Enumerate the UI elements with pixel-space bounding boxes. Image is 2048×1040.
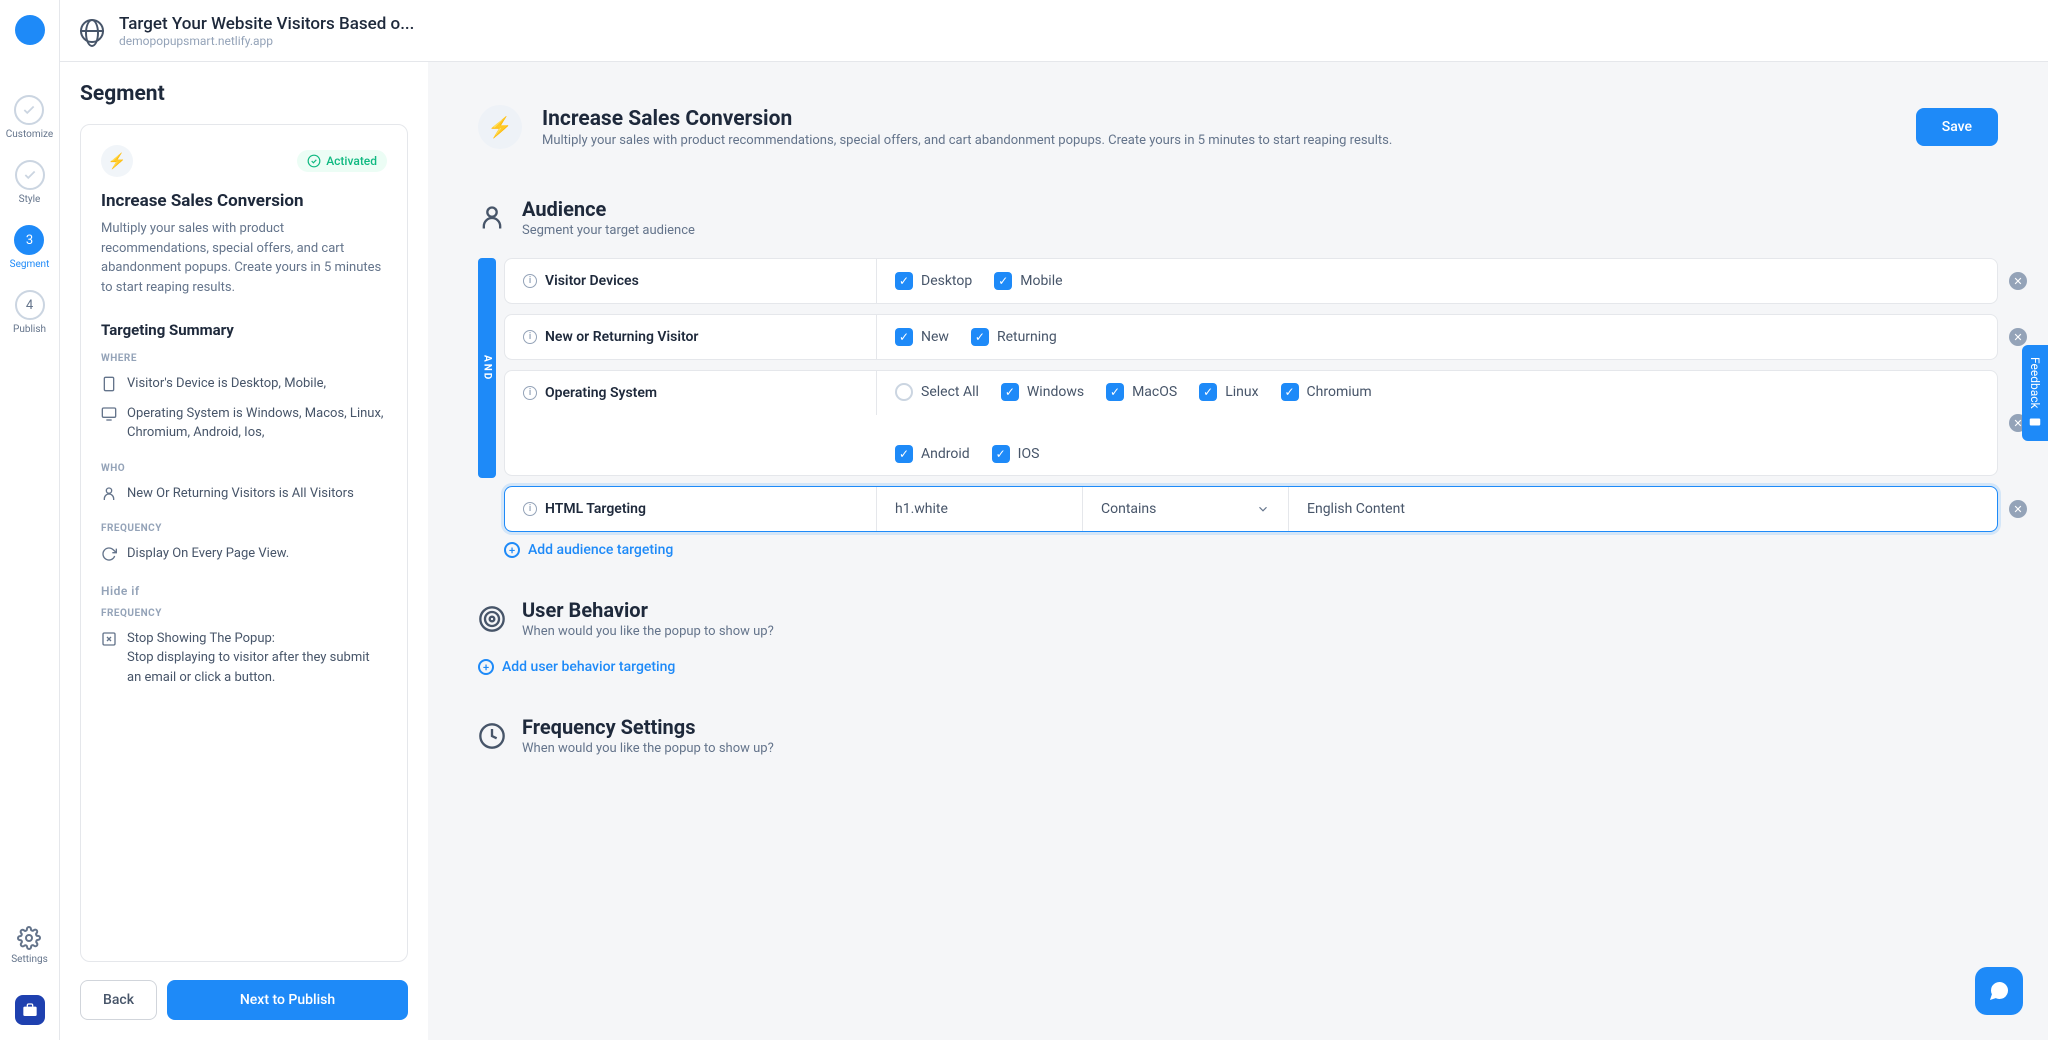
checkbox-windows[interactable]: ✓Windows: [1001, 383, 1084, 401]
card-desc: Multiply your sales with product recomme…: [101, 219, 387, 297]
rail-briefcase[interactable]: [15, 995, 45, 1025]
checkbox-android[interactable]: ✓Android: [895, 445, 970, 463]
segment-card: ⚡ Activated Increase Sales Conversion Mu…: [80, 124, 408, 962]
summary-where-device: Visitor's Device is Desktop, Mobile,: [101, 374, 387, 394]
bolt-icon: ⚡: [478, 105, 522, 149]
summary-where-os: Operating System is Windows, Macos, Linu…: [101, 404, 387, 443]
checkbox-ios[interactable]: ✓IOS: [992, 445, 1040, 463]
page-subtitle: demopopupsmart.netlify.app: [119, 34, 414, 48]
main-content: ⚡ Increase Sales Conversion Multiply you…: [428, 62, 2048, 1040]
checkbox-linux[interactable]: ✓Linux: [1199, 383, 1258, 401]
page-title: Target Your Website Visitors Based o...: [119, 14, 414, 34]
remove-rule-icon[interactable]: ✕: [2009, 272, 2027, 290]
html-condition-select[interactable]: Contains: [1083, 487, 1289, 531]
rail-publish[interactable]: 4 Publish: [13, 290, 46, 335]
checkbox-new[interactable]: ✓New: [895, 328, 949, 346]
bolt-icon: ⚡: [101, 145, 133, 177]
rail-customize[interactable]: Customize: [6, 95, 53, 140]
info-icon[interactable]: i: [523, 274, 537, 288]
checkbox-chromium[interactable]: ✓Chromium: [1281, 383, 1372, 401]
side-rail: Customize Style 3 Segment 4 Publish Sett…: [0, 0, 60, 1040]
rule-operating-system: iOperating System Select All ✓Windows ✓M…: [504, 370, 1998, 476]
info-icon[interactable]: i: [523, 386, 537, 400]
info-icon[interactable]: i: [523, 330, 537, 344]
feedback-tab[interactable]: Feedback: [2022, 345, 2048, 441]
target-icon: [478, 605, 506, 633]
summary-hide: Stop Showing The Popup: Stop displaying …: [101, 629, 387, 688]
rail-segment[interactable]: 3 Segment: [10, 225, 50, 270]
panel-title: Increase Sales Conversion: [542, 107, 1896, 131]
segment-sidebar: Segment ⚡ Activated Increase Sales Conve…: [60, 62, 428, 1040]
and-bar: AND: [478, 258, 496, 478]
checkbox-macos[interactable]: ✓MacOS: [1106, 383, 1177, 401]
summary-frequency: Display On Every Page View.: [101, 544, 387, 564]
audience-icon: [478, 204, 506, 232]
rule-new-returning: iNew or Returning Visitor ✓New ✓Returnin…: [504, 314, 1998, 360]
activated-badge: Activated: [297, 150, 387, 172]
rail-style[interactable]: Style: [15, 160, 45, 205]
summary-who: New Or Returning Visitors is All Visitor…: [101, 484, 387, 504]
rule-visitor-devices: iVisitor Devices ✓Desktop ✓Mobile ✕: [504, 258, 1998, 304]
html-value-input[interactable]: English Content: [1289, 487, 1997, 531]
summary-heading: Targeting Summary: [101, 321, 387, 339]
back-button[interactable]: Back: [80, 980, 157, 1020]
clock-icon: [478, 722, 506, 750]
topbar: Target Your Website Visitors Based o... …: [60, 0, 2048, 62]
globe-icon: [80, 19, 104, 43]
save-button[interactable]: Save: [1916, 108, 1998, 146]
add-audience-targeting[interactable]: + Add audience targeting: [504, 542, 1998, 558]
next-publish-button[interactable]: Next to Publish: [167, 980, 408, 1020]
sidebar-heading: Segment: [80, 82, 408, 106]
panel-desc: Multiply your sales with product recomme…: [542, 133, 1896, 148]
radio-select-all[interactable]: Select All: [895, 383, 979, 401]
rail-settings[interactable]: Settings: [11, 926, 48, 965]
plus-icon: +: [478, 659, 494, 675]
chat-fab[interactable]: [1975, 967, 2023, 1015]
checkbox-mobile[interactable]: ✓Mobile: [994, 272, 1062, 290]
remove-rule-icon[interactable]: ✕: [2009, 500, 2027, 518]
info-icon[interactable]: i: [523, 502, 537, 516]
rule-html-targeting: iHTML Targeting h1.white Contains Englis…: [504, 486, 1998, 532]
card-title: Increase Sales Conversion: [101, 191, 387, 211]
remove-rule-icon[interactable]: ✕: [2009, 328, 2027, 346]
html-selector-input[interactable]: h1.white: [877, 487, 1083, 531]
add-behavior-targeting[interactable]: + Add user behavior targeting: [478, 659, 1998, 675]
checkbox-desktop[interactable]: ✓Desktop: [895, 272, 972, 290]
logo[interactable]: [15, 15, 45, 45]
checkbox-returning[interactable]: ✓Returning: [971, 328, 1057, 346]
chevron-down-icon: [1256, 502, 1270, 516]
plus-icon: +: [504, 542, 520, 558]
